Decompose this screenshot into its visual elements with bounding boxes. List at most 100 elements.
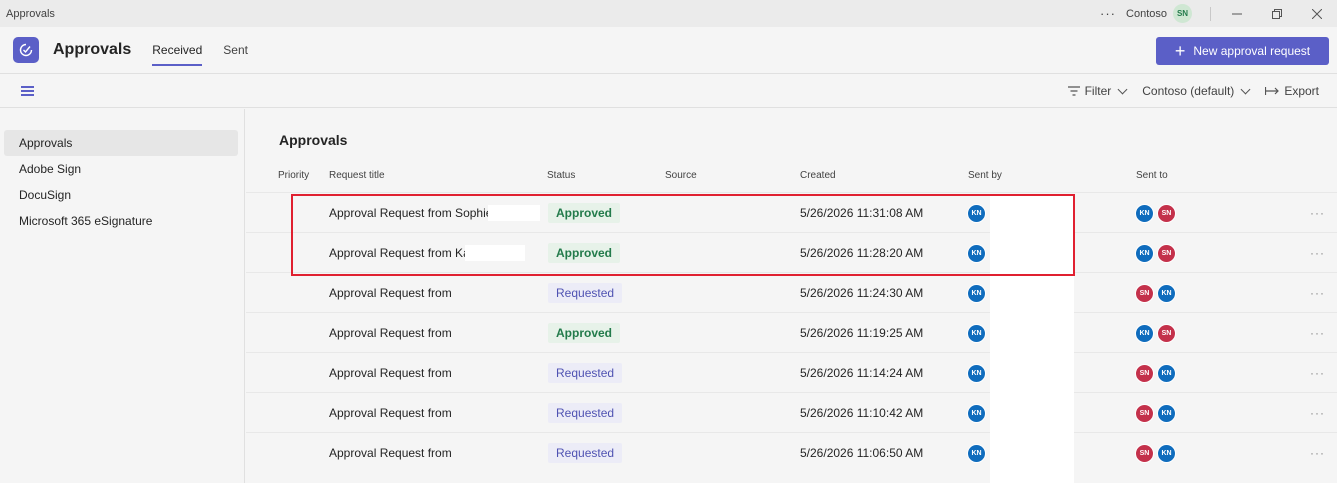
sent-to-cell: KN SN — [1135, 313, 1176, 353]
sent-to-avatar[interactable]: SN — [1157, 323, 1176, 343]
close-icon — [1312, 8, 1322, 19]
column-header-sent-by[interactable]: Sent by — [968, 170, 1002, 181]
table-row[interactable]: Approval Request from Approved 5/26/2026 1… — [246, 312, 1337, 352]
filter-icon — [1067, 86, 1080, 96]
created-date: 5/26/2026 11:10:42 AM — [800, 406, 924, 420]
chevron-down-icon — [1240, 84, 1251, 94]
filter-button[interactable]: Filter — [1067, 84, 1128, 98]
sent-by-cell: KN — [967, 433, 986, 473]
request-title[interactable]: Approval Request from — [329, 313, 452, 353]
sent-by-cell: KN — [967, 393, 986, 433]
org-select-label: Contoso (default) — [1142, 84, 1235, 98]
status-badge: Requested — [548, 403, 623, 423]
export-label: Export — [1284, 84, 1319, 98]
column-header-priority[interactable]: Priority — [278, 170, 309, 181]
created-date: 5/26/2026 11:19:25 AM — [800, 326, 924, 340]
sent-to-avatar[interactable]: KN — [1135, 203, 1154, 223]
sent-to-cell: SN KN — [1135, 353, 1176, 393]
main-content: Approvals Priority Request title Status … — [246, 109, 1337, 483]
app-header: Approvals Received Sent + New approval r… — [0, 27, 1337, 74]
request-title[interactable]: Approval Request from — [329, 393, 452, 433]
table-row[interactable]: Approval Request from Requested 5/26/2026 … — [246, 352, 1337, 392]
sent-to-avatar[interactable]: SN — [1135, 283, 1154, 303]
request-title[interactable]: Approval Request from — [329, 433, 452, 473]
sent-to-avatar[interactable]: KN — [1157, 443, 1176, 463]
table-row[interactable]: Approval Request from Requested 5/26/2026 … — [246, 272, 1337, 312]
restore-button[interactable] — [1257, 0, 1297, 27]
created-date: 5/26/2026 11:14:24 AM — [800, 366, 924, 380]
sent-to-avatar[interactable]: SN — [1135, 403, 1154, 423]
sidebar-item-microsoft-365-esignature[interactable]: Microsoft 365 eSignature — [4, 208, 238, 234]
more-options-icon[interactable]: ··· — [1100, 6, 1116, 21]
window-app-name: Approvals — [6, 7, 55, 20]
minimize-icon — [1232, 13, 1242, 14]
tab-received[interactable]: Received — [152, 27, 203, 74]
sent-to-avatar[interactable]: KN — [1135, 323, 1154, 343]
sent-to-avatar[interactable]: SN — [1157, 243, 1176, 263]
sent-by-avatar[interactable]: KN — [967, 403, 986, 423]
sidebar: Approvals Adobe Sign DocuSign Microsoft … — [0, 109, 245, 483]
status-badge: Approved — [548, 323, 621, 343]
titlebar-divider — [1210, 6, 1211, 21]
row-more-icon[interactable]: ··· — [1310, 273, 1325, 313]
new-approval-request-label: New approval request — [1193, 44, 1311, 58]
row-more-icon[interactable]: ··· — [1310, 193, 1325, 233]
sent-to-avatar[interactable]: SN — [1157, 203, 1176, 223]
column-header-created[interactable]: Created — [800, 170, 836, 181]
table-row[interactable]: Approval Request from Requested 5/26/2026 … — [246, 432, 1337, 472]
column-header-status[interactable]: Status — [547, 170, 575, 181]
column-header-sent-to[interactable]: Sent to — [1136, 170, 1168, 181]
status-badge: Requested — [548, 283, 623, 303]
sent-to-cell: SN KN — [1135, 273, 1176, 313]
sent-by-cell: KN — [967, 273, 986, 313]
sent-to-cell: KN SN — [1135, 233, 1176, 273]
sidebar-item-approvals[interactable]: Approvals — [4, 130, 238, 156]
sidebar-item-docusign[interactable]: DocuSign — [4, 182, 238, 208]
tab-sent[interactable]: Sent — [223, 27, 248, 74]
org-name[interactable]: Contoso — [1126, 8, 1167, 20]
export-button[interactable]: Export — [1265, 84, 1319, 98]
created-date: 5/26/2026 11:24:30 AM — [800, 286, 924, 300]
column-header-request-title[interactable]: Request title — [329, 170, 385, 181]
sent-to-avatar[interactable]: SN — [1135, 363, 1154, 383]
plus-icon: + — [1174, 41, 1186, 61]
restore-icon — [1272, 8, 1282, 19]
window-titlebar: Approvals ··· Contoso SN — [0, 0, 1337, 27]
chevron-down-icon — [1117, 84, 1128, 94]
user-avatar[interactable]: SN — [1173, 4, 1192, 23]
row-more-icon[interactable]: ··· — [1310, 393, 1325, 433]
status-cell: Approved — [548, 313, 621, 353]
sent-by-avatar[interactable]: KN — [967, 323, 986, 343]
filter-label: Filter — [1084, 84, 1112, 98]
sidebar-item-adobe-sign[interactable]: Adobe Sign — [4, 156, 238, 182]
sent-to-avatar[interactable]: KN — [1135, 243, 1154, 263]
sent-by-cell: KN — [967, 353, 986, 393]
page-title: Approvals — [279, 132, 348, 148]
table-row[interactable]: Approval Request from Requested 5/26/2026 … — [246, 392, 1337, 432]
status-cell: Requested — [548, 433, 623, 473]
column-header-source[interactable]: Source — [665, 170, 697, 181]
export-icon — [1265, 87, 1280, 95]
created-date: 5/26/2026 11:06:50 AM — [800, 446, 924, 460]
sent-to-cell: SN KN — [1135, 433, 1176, 473]
sent-by-avatar[interactable]: KN — [967, 363, 986, 383]
sent-to-avatar[interactable]: KN — [1157, 363, 1176, 383]
request-title[interactable]: Approval Request from — [329, 353, 452, 393]
status-badge: Requested — [548, 443, 623, 463]
sent-by-avatar[interactable]: KN — [967, 443, 986, 463]
close-button[interactable] — [1297, 0, 1337, 27]
row-more-icon[interactable]: ··· — [1310, 353, 1325, 393]
approvals-logo-icon — [19, 43, 33, 57]
sent-to-avatar[interactable]: SN — [1135, 443, 1154, 463]
new-approval-request-button[interactable]: + New approval request — [1156, 37, 1329, 65]
row-more-icon[interactable]: ··· — [1310, 433, 1325, 473]
row-more-icon[interactable]: ··· — [1310, 313, 1325, 353]
sent-by-avatar[interactable]: KN — [967, 283, 986, 303]
sent-to-avatar[interactable]: KN — [1157, 403, 1176, 423]
org-select[interactable]: Contoso (default) — [1142, 84, 1251, 98]
row-more-icon[interactable]: ··· — [1310, 233, 1325, 273]
hamburger-menu-icon[interactable] — [21, 86, 34, 96]
request-title[interactable]: Approval Request from — [329, 273, 452, 313]
sent-to-avatar[interactable]: KN — [1157, 283, 1176, 303]
minimize-button[interactable] — [1217, 0, 1257, 27]
